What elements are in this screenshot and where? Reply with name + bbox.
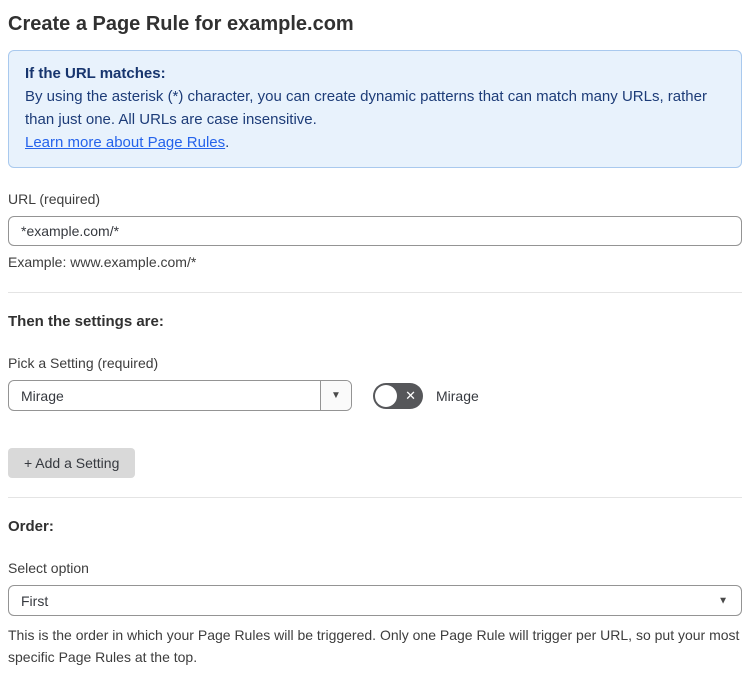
add-setting-button[interactable]: + Add a Setting xyxy=(8,448,136,478)
settings-section-heading: Then the settings are: xyxy=(8,313,164,330)
info-box-link-line: Learn more about Page Rules. xyxy=(25,131,725,154)
page-rules-link[interactable]: Learn more about Page Rules xyxy=(25,134,225,151)
url-match-info-box: If the URL matches: By using the asteris… xyxy=(8,50,742,168)
order-select-value: First xyxy=(21,592,49,609)
toggle-label: Mirage xyxy=(436,387,479,404)
mirage-toggle[interactable]: ✕ xyxy=(373,382,423,409)
toggle-knob xyxy=(375,384,397,407)
chevron-down-icon: ▼ xyxy=(718,595,728,606)
info-box-heading: If the URL matches: xyxy=(25,65,166,82)
create-page-rule-panel: Create a Page Rule for example.com If th… xyxy=(0,0,750,684)
select-option-label: Select option xyxy=(8,560,89,576)
setting-select[interactable]: Mirage ▼ xyxy=(8,380,352,411)
divider xyxy=(8,497,742,498)
setting-select-arrow-button[interactable]: ▼ xyxy=(320,381,351,410)
order-select[interactable]: First ▼ xyxy=(8,585,742,616)
page-title: Create a Page Rule for example.com xyxy=(8,13,354,35)
url-example-helper: Example: www.example.com/* xyxy=(8,254,197,270)
setting-row: Mirage ▼ ✕ Mirage xyxy=(8,380,742,411)
url-label: URL (required) xyxy=(8,191,101,207)
chevron-down-icon: ▼ xyxy=(331,390,341,401)
pick-setting-label: Pick a Setting (required) xyxy=(8,355,159,371)
setting-select-value: Mirage xyxy=(21,387,64,404)
divider xyxy=(8,292,742,293)
info-box-body: By using the asterisk (*) character, you… xyxy=(25,88,707,128)
url-input[interactable] xyxy=(8,216,742,246)
order-section-heading: Order: xyxy=(8,518,54,535)
order-helper-text: This is the order in which your Page Rul… xyxy=(8,627,740,665)
link-suffix: . xyxy=(225,134,230,151)
toggle-off-x-icon: ✕ xyxy=(405,388,416,403)
